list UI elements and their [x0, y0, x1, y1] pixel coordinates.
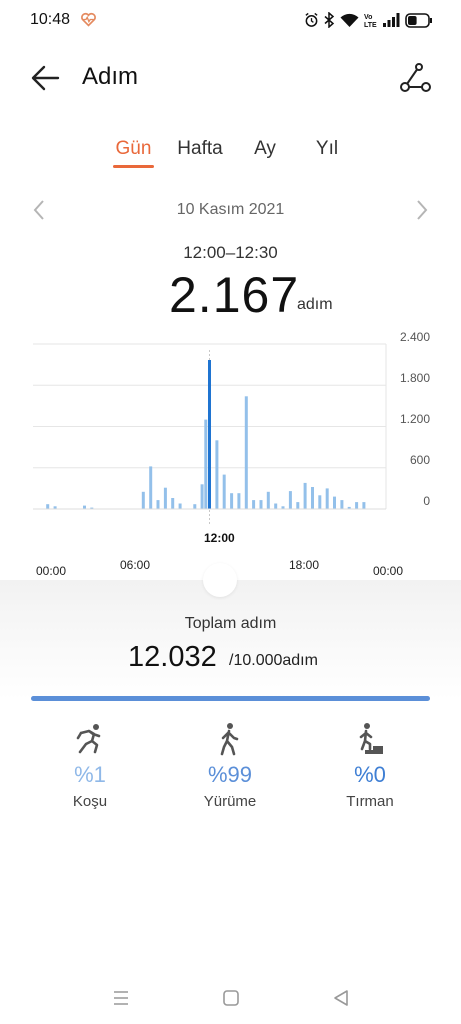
chart-bar: [141, 491, 145, 509]
climbing-percent: %0: [354, 762, 386, 787]
y-tick-label: 1.200: [399, 412, 430, 426]
activity-walking: %99 Yürüme: [170, 722, 290, 810]
chart-bar: [200, 484, 204, 510]
x-tick-label: 00:00: [373, 564, 404, 578]
summary-panel: [0, 580, 461, 700]
chart-bar: [288, 491, 292, 509]
tab-month[interactable]: Ay: [248, 136, 282, 170]
svg-text:LTE: LTE: [364, 22, 377, 28]
x-tick-label: 00:00: [36, 564, 67, 578]
chart-bar: [237, 493, 241, 509]
chart-bar: [149, 466, 153, 509]
chart-bar: [311, 487, 314, 509]
total-steps-label: Toplam adım: [184, 615, 277, 632]
selected-time-range: 12:00–12:30: [183, 243, 278, 262]
chart-bar: [266, 491, 270, 509]
goal-progress-bar: [31, 696, 430, 701]
step-unit: adım: [297, 296, 333, 313]
activity-running: %1 Koşu: [30, 722, 150, 810]
date-label: 10 Kasım 2021: [176, 201, 285, 218]
chart-bar: [163, 487, 167, 509]
chart-bar: [204, 419, 208, 509]
activity-climbing: %0 Tırman: [310, 722, 430, 810]
menu-icon[interactable]: [109, 986, 133, 1010]
chart-bar: [46, 504, 50, 509]
running-icon: [76, 724, 101, 754]
svg-text:Vo: Vo: [364, 14, 372, 21]
chart-bar: [230, 493, 234, 509]
chart-bar: [244, 396, 248, 510]
goal-progress-fill: [31, 696, 430, 701]
selected-step-count: 2.167: [169, 267, 300, 323]
alarm-icon: [305, 12, 318, 27]
selected-x-label: 12:00: [204, 531, 235, 545]
chart-bar: [296, 502, 300, 509]
x-tick-label: 18:00: [289, 558, 320, 572]
total-steps-value: 12.032: [128, 641, 217, 673]
chart-bar: [259, 500, 263, 509]
battery-icon: [405, 12, 432, 28]
active-tab-indicator: [113, 165, 154, 168]
wifi-icon: [340, 13, 359, 27]
chart-bar: [193, 504, 197, 509]
volte-icon: Vo LTE: [364, 14, 377, 28]
y-tick-label: 0: [423, 494, 430, 508]
chart-bar: [340, 500, 344, 509]
climbing-label: Tırman: [346, 793, 394, 810]
y-tick-label: 2.400: [399, 330, 430, 344]
chart-bar: [325, 488, 329, 509]
status-bar: 10:48 Vo LTE: [0, 0, 461, 40]
chart-bar: [83, 505, 86, 509]
walking-percent: %99: [207, 762, 253, 787]
climbing-icon: [357, 723, 383, 754]
running-percent: %1: [74, 762, 106, 787]
chart-bar: [178, 503, 182, 509]
walking-icon: [220, 723, 239, 756]
selected-bar: [208, 360, 211, 509]
arrow-left-icon[interactable]: [28, 60, 64, 96]
chart-bar: [362, 502, 366, 509]
system-nav-bar: [0, 978, 461, 1018]
tab-year[interactable]: Yıl: [312, 136, 342, 170]
period-tabs: Gün Hafta Ay Yıl: [0, 136, 461, 176]
running-label: Koşu: [72, 793, 108, 810]
chart-bar: [318, 495, 322, 510]
chart-bar: [303, 482, 307, 509]
x-tick-label: 06:00: [120, 558, 151, 572]
page-title: Adım: [82, 63, 139, 90]
tab-week[interactable]: Hafta: [172, 136, 228, 170]
drag-handle[interactable]: [203, 563, 237, 597]
y-tick-label: 600: [409, 453, 430, 467]
step-chart[interactable]: 2.400 1.800 1.200 600 0 12:00 00:00 06:0…: [0, 325, 461, 580]
chart-bar: [215, 440, 219, 510]
chart-bar: [171, 498, 175, 509]
bluetooth-icon: [324, 12, 335, 28]
step-goal: /10.000adım: [229, 652, 318, 669]
chart-bar: [333, 496, 336, 509]
status-time: 10:48: [30, 11, 71, 28]
chevron-right-icon[interactable]: [411, 198, 433, 222]
chart-bar: [156, 500, 160, 509]
y-tick-label: 1.800: [399, 371, 430, 385]
heart-rate-icon: [81, 12, 96, 27]
chart-bar: [355, 502, 359, 509]
walking-label: Yürüme: [203, 793, 257, 810]
chart-bar: [252, 500, 256, 509]
signal-icon: [383, 13, 400, 27]
back-icon[interactable]: [329, 986, 353, 1010]
home-icon[interactable]: [219, 986, 243, 1010]
chart-bar: [222, 474, 226, 509]
chart-bar: [274, 503, 278, 509]
route-icon[interactable]: [397, 60, 433, 96]
